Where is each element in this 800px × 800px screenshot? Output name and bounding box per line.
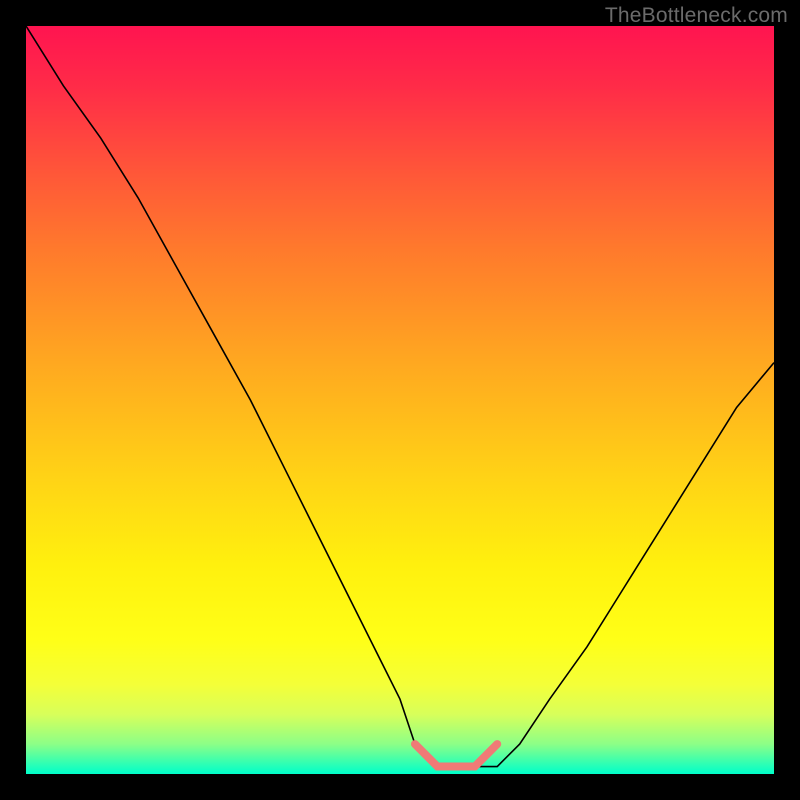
plot-area <box>26 26 774 774</box>
bottleneck-curve <box>26 26 774 767</box>
chart-frame: TheBottleneck.com <box>0 0 800 800</box>
watermark-text: TheBottleneck.com <box>605 4 788 28</box>
flat-zone-highlight <box>415 744 497 766</box>
chart-svg <box>26 26 774 774</box>
